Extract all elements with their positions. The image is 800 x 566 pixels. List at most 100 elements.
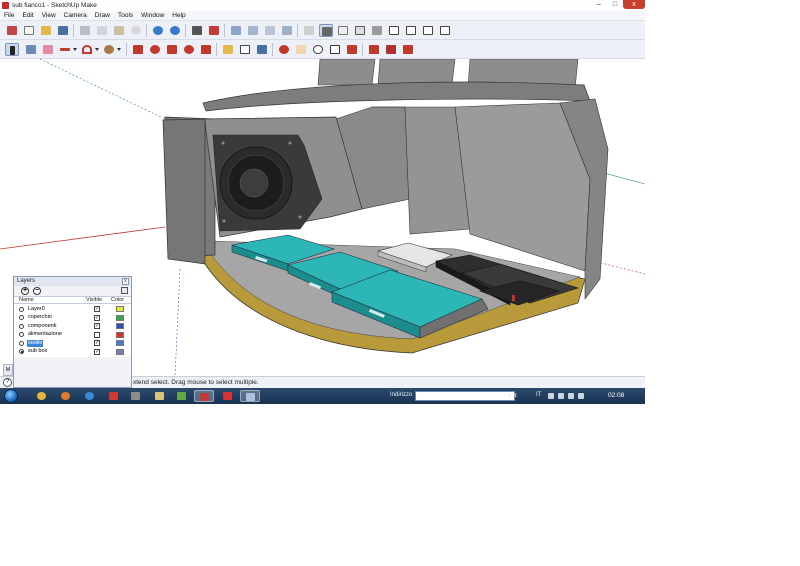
taskbar-firefox-icon[interactable]	[56, 390, 76, 402]
xray-style-icon[interactable]	[302, 24, 316, 37]
layer-color-swatch[interactable]	[116, 331, 124, 338]
taskbar-sketchup-icon[interactable]	[194, 390, 214, 402]
column-name[interactable]: Name	[19, 297, 34, 304]
maximize-button[interactable]: □	[607, 0, 623, 9]
taskbar-app-icon[interactable]	[126, 390, 146, 402]
eraser-icon[interactable]	[41, 43, 55, 56]
home-icon[interactable]	[387, 24, 401, 37]
pan-hand-icon[interactable]	[294, 43, 308, 56]
select-arrow-icon[interactable]	[5, 43, 19, 56]
visible-checkbox[interactable]: ✓	[94, 340, 100, 346]
layer-name[interactable]: Layer0	[27, 306, 46, 314]
tray-volume-icon[interactable]	[578, 393, 584, 399]
iso-view-icon[interactable]	[229, 24, 243, 37]
measurements-tab[interactable]: M	[3, 364, 13, 376]
layer-color-swatch[interactable]	[116, 306, 124, 312]
top-view-icon[interactable]	[246, 24, 260, 37]
menu-tools[interactable]: Tools	[114, 11, 137, 20]
tape-measure-icon[interactable]	[221, 43, 235, 56]
active-layer-radio[interactable]	[19, 315, 24, 320]
visible-checkbox[interactable]: ✓	[94, 323, 100, 329]
taskbar-window-icon[interactable]	[240, 390, 260, 402]
offset-icon[interactable]	[148, 43, 162, 56]
shaded-style-icon[interactable]	[319, 24, 333, 37]
open-folder-icon[interactable]	[39, 24, 53, 37]
layer-name[interactable]: sedile	[27, 339, 44, 347]
share-model-icon[interactable]	[384, 43, 398, 56]
layer-name[interactable]: sub box	[27, 348, 48, 356]
tray-flag-icon[interactable]	[558, 393, 564, 399]
layer-name[interactable]: alimentazione	[27, 331, 63, 339]
tray-arrow-icon[interactable]	[548, 393, 554, 399]
house-outline-icon[interactable]	[404, 24, 418, 37]
text-tool-icon[interactable]	[238, 43, 252, 56]
zoom-window-icon[interactable]	[328, 43, 342, 56]
layer-row[interactable]: Layer0 ✓	[14, 305, 131, 314]
start-button[interactable]	[2, 388, 20, 404]
taskbar-chrome-icon[interactable]	[32, 390, 52, 402]
active-layer-radio[interactable]	[19, 306, 24, 312]
menu-draw[interactable]: Draw	[91, 11, 114, 20]
right-view-icon[interactable]	[280, 24, 294, 37]
visible-checkbox[interactable]: ✓	[94, 348, 100, 355]
rotate-icon[interactable]	[182, 43, 196, 56]
layer-name[interactable]: coperchio	[27, 314, 53, 322]
active-layer-radio[interactable]	[19, 332, 24, 337]
shape-circle-icon[interactable]	[102, 43, 116, 56]
paste-icon[interactable]	[112, 24, 126, 37]
layer-name[interactable]: componenti	[27, 323, 57, 331]
address-go-icon[interactable]: ▾ ↯	[508, 392, 518, 399]
front-view-icon[interactable]	[263, 24, 277, 37]
language-indicator[interactable]: IT	[536, 392, 541, 398]
menu-camera[interactable]: Camera	[60, 11, 91, 20]
copy-icon[interactable]	[95, 24, 109, 37]
menu-window[interactable]: Window	[137, 11, 168, 20]
column-color[interactable]: Color	[111, 297, 124, 304]
component-icon[interactable]	[24, 43, 38, 56]
menu-file[interactable]: File	[0, 11, 18, 20]
layer-color-swatch[interactable]	[116, 348, 124, 355]
visible-checkbox[interactable]: ✓	[94, 306, 100, 312]
hidden-line-style-icon[interactable]	[353, 24, 367, 37]
extension-warehouse-icon[interactable]	[401, 43, 415, 56]
layer-row[interactable]: coperchio ✓	[14, 314, 131, 323]
tray-network-icon[interactable]	[568, 393, 574, 399]
visible-checkbox[interactable]: ✓	[94, 314, 100, 321]
redo-icon[interactable]	[168, 24, 182, 37]
visible-checkbox[interactable]	[94, 331, 100, 338]
layer-row[interactable]: alimentazione	[14, 331, 131, 340]
help-icon[interactable]: ?	[3, 378, 12, 387]
print-icon[interactable]	[190, 24, 204, 37]
zoom-icon[interactable]	[311, 43, 325, 56]
taskbar-ie-icon[interactable]	[80, 390, 100, 402]
minimize-button[interactable]: –	[591, 0, 607, 9]
house-front-icon[interactable]	[421, 24, 435, 37]
wireframe-style-icon[interactable]	[336, 24, 350, 37]
model-info-icon[interactable]	[207, 24, 221, 37]
getting-started-icon[interactable]	[5, 24, 19, 37]
active-layer-radio[interactable]	[19, 340, 24, 346]
pencil-line-icon[interactable]	[58, 43, 72, 56]
active-layer-radio[interactable]	[19, 349, 24, 354]
layer-row[interactable]: sedile ✓	[14, 339, 131, 348]
column-visible[interactable]: Visible	[86, 297, 102, 304]
menu-edit[interactable]: Edit	[18, 11, 37, 20]
layer-row[interactable]: componenti ✓	[14, 322, 131, 331]
taskbar-explorer-icon[interactable]	[150, 390, 170, 402]
get-models-icon[interactable]	[367, 43, 381, 56]
active-layer-radio[interactable]	[19, 323, 24, 329]
save-icon[interactable]	[56, 24, 70, 37]
house-side-icon[interactable]	[438, 24, 452, 37]
layer-color-swatch[interactable]	[116, 323, 124, 329]
erase-selection-icon[interactable]	[129, 24, 143, 37]
cut-icon[interactable]	[78, 24, 92, 37]
scale-icon[interactable]	[199, 43, 213, 56]
menu-view[interactable]: View	[38, 11, 60, 20]
layer-color-swatch[interactable]	[116, 314, 124, 321]
taskbar-clock[interactable]: 02:08	[608, 392, 624, 399]
details-menu-icon[interactable]	[121, 287, 128, 294]
orbit-icon[interactable]	[277, 43, 291, 56]
taskbar-sketchup2-icon[interactable]	[218, 390, 238, 402]
layer-color-swatch[interactable]	[116, 340, 124, 346]
zoom-extents-icon[interactable]	[345, 43, 359, 56]
